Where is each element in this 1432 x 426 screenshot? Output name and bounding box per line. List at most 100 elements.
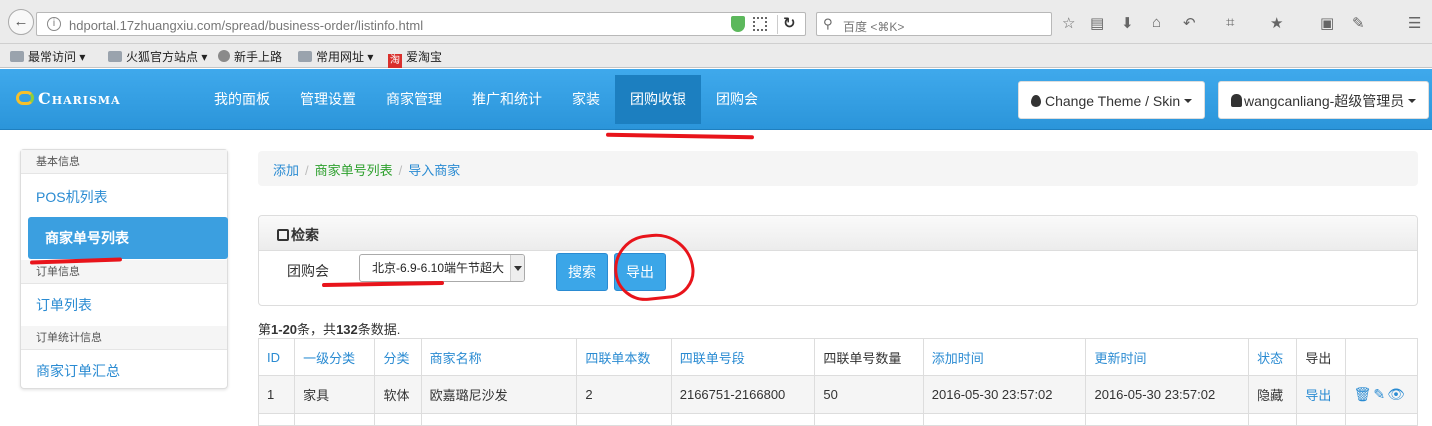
edit-icon <box>277 229 289 241</box>
col-id[interactable]: ID <box>257 338 296 376</box>
col-status[interactable]: 状态 <box>1248 338 1298 376</box>
droplet-icon <box>1031 95 1041 107</box>
export-link[interactable]: 导出 <box>1305 388 1331 403</box>
qr-code-icon[interactable] <box>753 17 767 31</box>
brand-name: Charisma <box>38 89 121 108</box>
sidebar-item-order-list[interactable]: 订单列表 <box>21 284 227 326</box>
charisma-logo-icon <box>16 91 34 105</box>
selected-option: 北京-6.9-6.10端午节超大 <box>372 261 505 275</box>
search-icon: ⚲ <box>823 16 833 31</box>
back-arrow-icon[interactable]: ← <box>8 9 34 35</box>
caret-down-icon <box>1184 99 1193 103</box>
bookmark-taobao[interactable]: 淘爱淘宝 <box>388 48 442 68</box>
bookmark-getting-started[interactable]: 新手上路 <box>218 48 282 65</box>
trash-icon[interactable]: 🗑 <box>1354 386 1372 403</box>
breadcrumb-add[interactable]: 添加 <box>273 163 299 178</box>
cell-category: 软体 <box>374 375 422 414</box>
browser-toolbar: ← i hdportal.17zhuangxiu.com/spread/busi… <box>0 0 1432 44</box>
info-icon[interactable]: i <box>47 17 61 31</box>
download-icon[interactable]: ⬇ <box>1121 14 1134 32</box>
undo-icon[interactable]: ↶ <box>1183 14 1196 32</box>
sidebar-item-merchant-order-summary[interactable]: 商家订单汇总 <box>21 350 227 392</box>
url-text[interactable]: hdportal.17zhuangxiu.com/spread/business… <box>69 18 423 33</box>
col-book-count[interactable]: 四联单本数 <box>576 338 672 376</box>
cell-first-category: 家具 <box>294 375 376 414</box>
sidebar-header-basic: 基本信息 <box>21 150 227 174</box>
address-bar[interactable]: i hdportal.17zhuangxiu.com/spread/busine… <box>36 12 806 36</box>
star-icon[interactable]: ☆ <box>1062 14 1075 32</box>
search-panel-title: 检索 <box>291 227 319 243</box>
count-suffix: 条数据. <box>357 322 401 337</box>
nav-group-buy-event[interactable]: 团购会 <box>701 75 773 124</box>
breadcrumb-import-merchant[interactable]: 导入商家 <box>408 163 460 178</box>
group-buy-select[interactable]: 北京-6.9-6.10端午节超大 <box>359 254 525 282</box>
sidebar-item-pos-list[interactable]: POS机列表 <box>21 176 227 218</box>
divider <box>777 15 778 34</box>
globe-icon <box>218 50 230 62</box>
pen-icon[interactable]: ✎ <box>1352 14 1365 32</box>
bookmarks-bar: 最常访问 ▾ 火狐官方站点 ▾ 新手上路 常用网址 ▾ 淘爱淘宝 <box>0 44 1432 68</box>
sidebar-menu: 基本信息 POS机列表 商家单号列表 订单信息 订单列表 订单统计信息 商家订单… <box>20 149 228 389</box>
crop-icon[interactable]: ⌗ <box>1226 14 1234 31</box>
reload-icon[interactable]: ↻ <box>783 14 796 32</box>
count-prefix: 第 <box>258 322 272 337</box>
bookmark-most-visited[interactable]: 最常访问 ▾ <box>10 48 85 65</box>
bookmark-label: 爱淘宝 <box>406 50 443 64</box>
bookmark-label: 火狐官方站点 <box>126 50 199 64</box>
col-first-category[interactable]: 一级分类 <box>294 338 376 376</box>
bookmark-firefox-site[interactable]: 火狐官方站点 ▾ <box>108 48 207 65</box>
reading-list-icon[interactable]: ▤ <box>1090 14 1104 32</box>
bookmark-common-sites[interactable]: 常用网址 ▾ <box>298 48 373 65</box>
cell-number-range: 2166751-2166800 <box>670 375 816 414</box>
cell-updated-time: 2016-05-30 23:57:02 <box>1085 375 1250 414</box>
breadcrumb-separator: / <box>305 163 309 178</box>
cell-merchant-name: 欧嘉璐尼沙发 <box>420 375 578 414</box>
col-number-count: 四联单号数量 <box>814 338 924 376</box>
browser-search-box[interactable]: ⚲ 百度 <⌘K> <box>816 12 1052 36</box>
folder-icon <box>298 51 312 62</box>
sidebar-item-merchant-order-list[interactable]: 商家单号列表 <box>28 217 228 259</box>
merchant-order-table: ID 一级分类 分类 商家名称 四联单本数 四联单号段 四联单号数量 添加时间 … <box>257 338 1419 426</box>
home-icon[interactable]: ⌂ <box>1152 14 1161 31</box>
col-added-time[interactable]: 添加时间 <box>922 338 1087 376</box>
col-number-range[interactable]: 四联单号段 <box>670 338 816 376</box>
count-total: 132 <box>336 322 358 337</box>
nav-merchant-management[interactable]: 商家管理 <box>371 75 457 124</box>
shield-icon[interactable] <box>731 16 745 32</box>
top-navbar: Charisma 我的面板 管理设置 商家管理 推广和统计 家装 团购收银 团购… <box>0 69 1432 130</box>
favorites-icon[interactable]: ★ <box>1270 14 1283 32</box>
nav-home-decoration[interactable]: 家装 <box>557 75 615 124</box>
train-icon[interactable]: ▣ <box>1320 14 1334 32</box>
user-menu-button[interactable]: wangcanliang-超级管理员 <box>1218 81 1430 119</box>
breadcrumb-merchant-order-list[interactable]: 商家单号列表 <box>315 163 393 178</box>
col-merchant-name[interactable]: 商家名称 <box>420 338 578 376</box>
cell-export: 导出 <box>1296 375 1346 414</box>
group-buy-label: 团购会 <box>287 263 329 279</box>
search-panel-header: 检索 <box>259 216 1417 251</box>
search-panel: 检索 团购会 北京-6.9-6.10端午节超大 搜索 导出 <box>258 215 1418 306</box>
cell-actions: 🗑 ✎ 👁 <box>1344 375 1419 414</box>
change-theme-button[interactable]: Change Theme / Skin <box>1018 81 1206 119</box>
bookmark-label: 常用网址 <box>316 50 365 64</box>
brand-logo[interactable]: Charisma <box>16 89 121 108</box>
search-button[interactable]: 搜索 <box>556 253 608 291</box>
col-updated-time[interactable]: 更新时间 <box>1085 338 1250 376</box>
pencil-icon[interactable]: ✎ <box>1373 386 1385 403</box>
select-arrow-icon <box>510 255 524 281</box>
col-category[interactable]: 分类 <box>374 338 422 376</box>
cell-book-count: 2 <box>576 375 672 414</box>
nav-group-buy-cashier[interactable]: 团购收银 <box>615 75 701 124</box>
table-row: 1 家具 软体 欧嘉璐尼沙发 2 2166751-2166800 50 2016… <box>257 375 1419 414</box>
theme-button-label: Change Theme / Skin <box>1045 93 1181 109</box>
red-underline-annotation <box>605 132 755 140</box>
menu-icon[interactable]: ☰ <box>1408 14 1421 32</box>
user-icon <box>1231 94 1242 107</box>
nav-dashboard[interactable]: 我的面板 <box>199 75 285 124</box>
col-actions <box>1344 338 1419 376</box>
search-placeholder: 百度 <⌘K> <box>843 20 905 34</box>
folder-icon <box>108 51 122 62</box>
nav-promotion-stats[interactable]: 推广和统计 <box>457 75 557 124</box>
nav-settings[interactable]: 管理设置 <box>285 75 371 124</box>
bookmark-label: 新手上路 <box>234 50 283 64</box>
eye-icon[interactable]: 👁 <box>1387 386 1405 403</box>
